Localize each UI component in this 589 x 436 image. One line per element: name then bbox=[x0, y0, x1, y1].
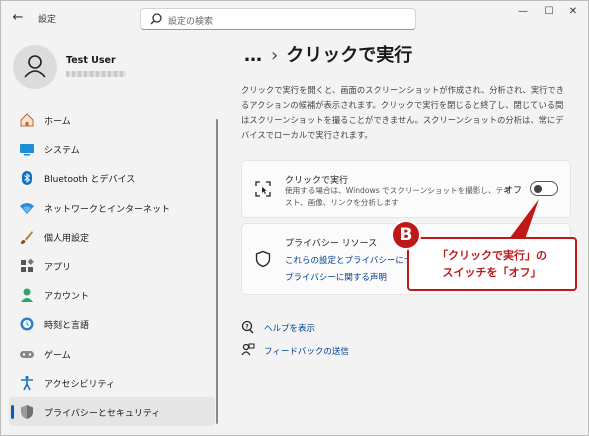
privacy-statement-link[interactable]: プライバシーに関する声明 bbox=[285, 271, 387, 283]
accessibility-icon bbox=[21, 375, 33, 391]
sidebar-item-home[interactable]: ホーム bbox=[9, 105, 215, 134]
back-arrow-icon[interactable]: ← bbox=[9, 9, 27, 27]
breadcrumb-ellipsis[interactable]: … bbox=[244, 45, 263, 66]
callout-line-1: 「クリックで実行」の bbox=[437, 249, 547, 262]
sidebar-item-label: ホーム bbox=[44, 117, 71, 127]
privacy-settings-link[interactable]: これらの設定とプライバシーにつ bbox=[285, 254, 412, 266]
close-icon[interactable]: ✕ bbox=[561, 4, 585, 20]
feedback-label: フィードバックの送信 bbox=[264, 347, 349, 357]
annotation-badge: B bbox=[391, 220, 421, 250]
sidebar-item-network[interactable]: ネットワークとインターネット bbox=[9, 193, 215, 222]
blurred-email bbox=[66, 71, 126, 77]
page-description: クリックで実行を開くと、画面のスクリーンショットが作成され、分析され、実行できる… bbox=[241, 85, 565, 140]
privacy-resources-title: プライバシー リソース bbox=[285, 239, 378, 249]
get-help-label: ヘルプを表示 bbox=[264, 324, 316, 334]
apps-icon bbox=[21, 258, 34, 272]
svg-text:?: ? bbox=[245, 324, 249, 331]
user-profile[interactable]: Test User bbox=[13, 45, 213, 93]
sidebar-item-accessibility[interactable]: アクセシビリティ bbox=[9, 368, 215, 397]
callout-text: 「クリックで実行」の スイッチを「オフ」 bbox=[409, 247, 575, 281]
sidebar-item-label: アカウント bbox=[44, 292, 90, 303]
annotation-callout: 「クリックで実行」の スイッチを「オフ」 bbox=[407, 237, 577, 291]
sidebar-item-apps[interactable]: アプリ bbox=[9, 251, 215, 280]
sidebar-item-label: 個人用設定 bbox=[44, 233, 90, 244]
feedback-icon bbox=[241, 343, 255, 356]
sidebar-item-system[interactable]: システム bbox=[9, 134, 215, 163]
sidebar-item-personalization[interactable]: 個人用設定 bbox=[9, 222, 215, 251]
breadcrumb: … › クリックで実行 bbox=[244, 41, 412, 67]
search-placeholder: 設定の検索 bbox=[168, 17, 214, 27]
sidebar-scrollbar[interactable] bbox=[216, 119, 218, 424]
brush-icon bbox=[21, 230, 33, 244]
sidebar-item-time-language[interactable]: 時刻と言語 bbox=[9, 309, 215, 338]
title-bar: ← 設定 設定の検索 — ☐ ✕ bbox=[1, 1, 588, 35]
click-to-do-icon bbox=[255, 181, 271, 197]
shield-icon bbox=[255, 250, 271, 268]
callout-line-2: スイッチを「オフ」 bbox=[442, 266, 542, 279]
page-title: クリックで実行 bbox=[286, 45, 413, 66]
chevron-right-icon: › bbox=[271, 45, 279, 66]
sidebar-item-accounts[interactable]: アカウント bbox=[9, 280, 215, 309]
settings-window: ← 設定 設定の検索 — ☐ ✕ Test User ホーム システム Blue… bbox=[0, 0, 589, 436]
active-indicator bbox=[11, 404, 14, 419]
sidebar-item-privacy-security[interactable]: プライバシーとセキュリティ bbox=[9, 396, 215, 427]
time-language-icon bbox=[20, 317, 34, 331]
user-icon bbox=[24, 55, 46, 78]
shield-icon bbox=[21, 404, 33, 419]
user-name: Test User bbox=[66, 55, 116, 66]
sidebar-item-label: アプリ bbox=[44, 262, 72, 273]
search-icon bbox=[150, 13, 162, 25]
click-to-do-card: クリックで実行 使用する場合は、Windows でスクリーンショットを撮影し、テ… bbox=[241, 160, 571, 218]
minimize-icon[interactable]: — bbox=[511, 4, 535, 20]
toggle-knob bbox=[534, 185, 542, 193]
feedback-link[interactable]: フィードバックの送信 bbox=[241, 342, 441, 360]
sidebar-item-label: プライバシーとセキュリティ bbox=[44, 408, 161, 419]
avatar bbox=[13, 45, 57, 89]
sidebar-nav: ホーム システム Bluetooth とデバイス ネットワークとインターネット … bbox=[9, 105, 215, 427]
sidebar-item-label: Bluetooth とデバイス bbox=[44, 175, 136, 186]
home-icon bbox=[20, 113, 34, 127]
gamepad-icon bbox=[20, 350, 34, 358]
sidebar-item-label: ゲーム bbox=[44, 350, 71, 361]
sidebar-item-label: 時刻と言語 bbox=[44, 321, 90, 332]
sidebar-item-label: ネットワークとインターネット bbox=[44, 204, 171, 215]
account-icon bbox=[21, 288, 33, 303]
system-icon bbox=[20, 144, 34, 156]
toggle-state-label: オフ bbox=[504, 186, 523, 196]
search-input[interactable]: 設定の検索 bbox=[140, 8, 416, 30]
sidebar-item-label: アクセシビリティ bbox=[44, 379, 116, 390]
click-to-do-toggle[interactable] bbox=[530, 181, 558, 196]
get-help-link[interactable]: ? ヘルプを表示 bbox=[241, 319, 441, 337]
sidebar-item-label: システム bbox=[44, 146, 80, 157]
network-icon bbox=[20, 202, 34, 214]
maximize-icon[interactable]: ☐ bbox=[537, 4, 561, 20]
click-to-do-subtitle: 使用する場合は、Windows でスクリーンショットを撮影し、テキスト、画像、リ… bbox=[285, 186, 511, 207]
help-icon: ? bbox=[241, 320, 254, 334]
sidebar-item-bluetooth[interactable]: Bluetooth とデバイス bbox=[9, 163, 215, 192]
sidebar-item-gaming[interactable]: ゲーム bbox=[9, 339, 215, 368]
bluetooth-icon bbox=[22, 171, 32, 186]
app-title: 設定 bbox=[38, 15, 57, 25]
